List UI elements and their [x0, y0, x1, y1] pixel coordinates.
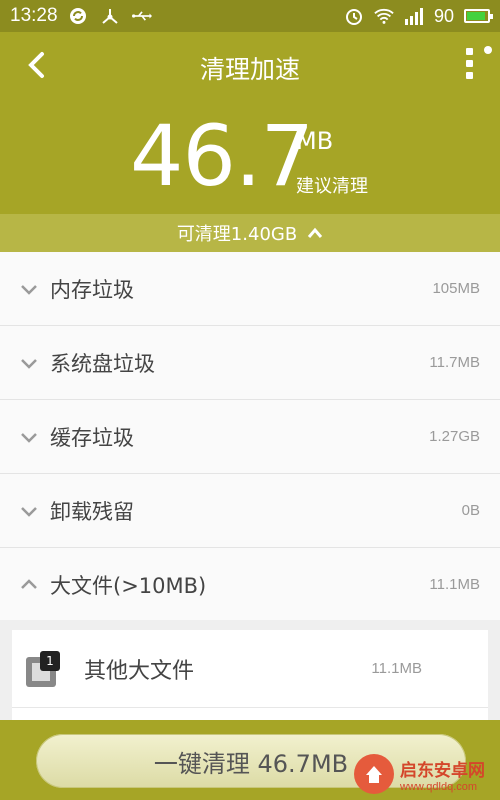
alarm-icon	[344, 6, 364, 26]
category-row-large-files[interactable]: 大文件(>10MB) 11.1MB	[0, 548, 500, 622]
usb-icon	[131, 6, 152, 26]
file-size: 11.1MB	[371, 660, 422, 677]
sync-icon	[68, 6, 88, 26]
category-label: 内存垃圾	[50, 277, 134, 302]
category-label: 卸载残留	[50, 499, 134, 524]
chevron-up-icon	[308, 227, 323, 238]
chevron-up-icon	[20, 576, 38, 594]
chevron-down-icon	[20, 428, 38, 446]
chevron-down-icon	[20, 280, 38, 298]
battery-level: 90	[433, 5, 454, 26]
category-size: 11.1MB	[429, 576, 480, 593]
suggest-clean-label: 建议清理	[296, 176, 368, 197]
junk-amount: 46.7	[130, 107, 314, 205]
watermark: 启东安卓网 www.qdldq.com	[354, 752, 494, 796]
category-row-cache[interactable]: 缓存垃圾 1.27GB	[0, 400, 500, 474]
chevron-down-icon	[20, 354, 38, 372]
cleanable-total: 可清理1.40GB	[176, 224, 298, 245]
junk-amount-unit: MB	[296, 127, 334, 155]
category-label: 系统盘垃圾	[50, 351, 155, 376]
category-size: 105MB	[432, 280, 480, 297]
category-label: 大文件(>10MB)	[50, 573, 207, 598]
more-dots-icon	[465, 48, 473, 55]
page-title: 清理加速	[199, 55, 300, 84]
file-count-badge: 1	[40, 650, 60, 671]
category-label: 缓存垃圾	[50, 425, 134, 450]
wifi-icon	[374, 6, 394, 26]
bottom-bar: 一键清理 46.7MB 启东安卓网 www.qdldq.com	[0, 720, 500, 800]
header: 清理加速 46.7 MB 建议清理 可清理1.40GB	[0, 32, 500, 252]
category-size: 1.27GB	[429, 428, 480, 445]
chevron-down-icon	[20, 502, 38, 520]
category-row-uninstall[interactable]: 卸载残留 0B	[0, 474, 500, 548]
status-time: 13:28	[10, 5, 58, 26]
status-bar: 13:28 90	[0, 0, 500, 32]
signal-icon	[404, 6, 424, 26]
junk-category-list: 内存垃圾 105MB 系统盘垃圾 11.7MB 缓存垃圾 1.27GB 卸载残留…	[0, 252, 500, 622]
category-size: 0B	[461, 502, 480, 519]
category-row-memory[interactable]: 内存垃圾 105MB	[0, 252, 500, 326]
battery-icon	[464, 9, 493, 23]
file-label: 其他大文件	[84, 658, 195, 684]
watermark-logo-icon	[354, 754, 394, 794]
cleanable-summary-toggle[interactable]: 可清理1.40GB	[0, 214, 500, 252]
category-row-system[interactable]: 系统盘垃圾 11.7MB	[0, 326, 500, 400]
category-size: 11.7MB	[429, 354, 480, 371]
notification-dot	[484, 46, 492, 54]
list-item[interactable]: 1 其他大文件 11.1MB	[12, 630, 488, 708]
more-menu-button[interactable]	[464, 48, 474, 84]
usb-debug-icon	[100, 6, 120, 26]
large-files-card: 1 其他大文件 11.1MB	[12, 630, 488, 720]
large-files-expanded: 1 其他大文件 11.1MB	[0, 620, 500, 720]
file-stack-icon: 1	[26, 650, 62, 687]
watermark-name: 启东安卓网	[400, 760, 485, 781]
watermark-url: www.qdldq.com	[400, 780, 478, 793]
